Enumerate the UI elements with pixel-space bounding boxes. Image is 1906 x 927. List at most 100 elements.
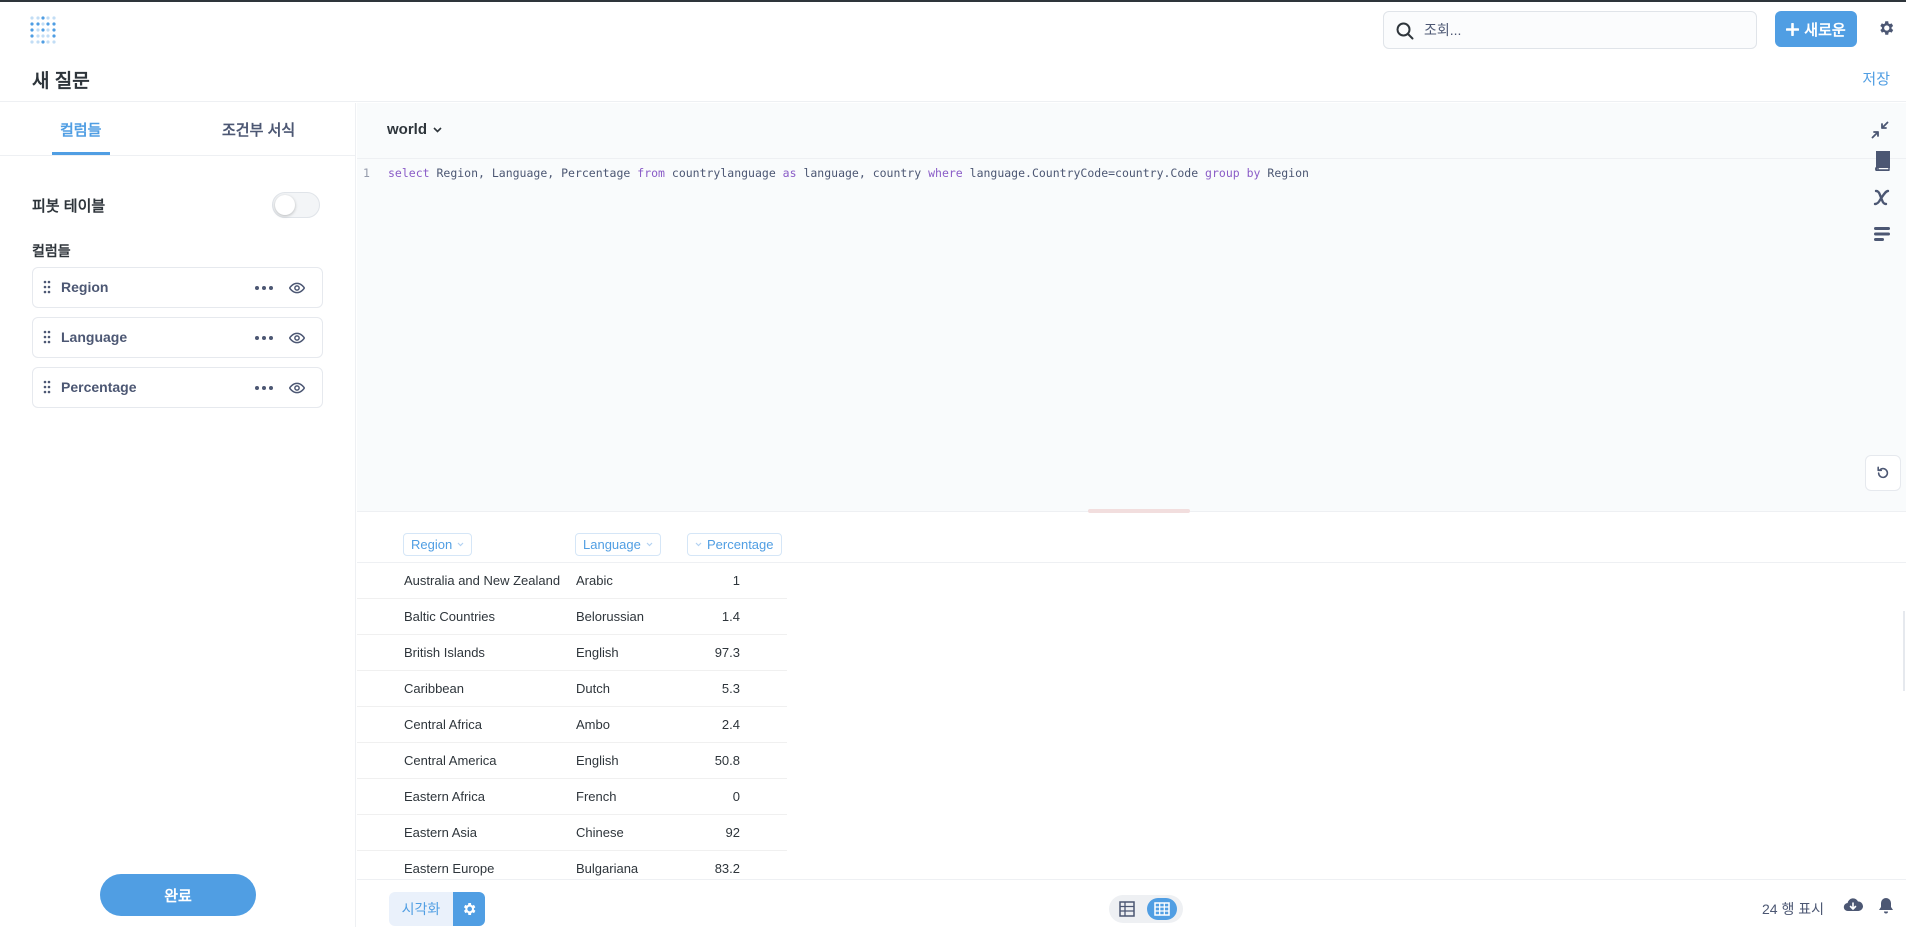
cell-percentage[interactable]: 50.8 (657, 753, 740, 768)
cell-language[interactable]: Dutch (576, 681, 610, 696)
header-label: Region (411, 537, 453, 552)
sql-keyword: as (782, 166, 797, 180)
alert-bell-icon[interactable] (1878, 897, 1894, 914)
sql-keyword: where (928, 166, 963, 180)
more-options-icon[interactable] (255, 336, 273, 340)
cell-percentage[interactable]: 1 (657, 573, 740, 588)
eye-icon[interactable] (289, 330, 305, 346)
data-reference-book-icon[interactable] (1873, 151, 1891, 171)
more-options-icon[interactable] (255, 386, 273, 390)
cell-percentage[interactable]: 1.4 (657, 609, 740, 624)
database-name: world (387, 121, 427, 138)
search-icon (1396, 22, 1414, 40)
column-header-percentage[interactable]: Percentage (687, 533, 782, 556)
cell-region[interactable]: Eastern Europe (404, 861, 494, 876)
sql-text: language.CountryCode=country.Code (962, 166, 1206, 180)
cell-language[interactable]: Bulgariana (576, 861, 638, 876)
variables-x-icon[interactable] (1873, 188, 1891, 206)
drag-handle-icon[interactable] (43, 280, 51, 294)
sql-text: Region, Language, Percentage (429, 166, 638, 180)
cell-region[interactable]: Caribbean (404, 681, 464, 696)
rerun-query-button[interactable] (1865, 455, 1901, 491)
cell-region[interactable]: Eastern Africa (404, 789, 485, 804)
tab-columns[interactable]: 컬럼들 (60, 119, 101, 140)
code-line[interactable]: 1 select Region, Language, Percentage fr… (357, 166, 1757, 184)
cell-percentage[interactable]: 0 (657, 789, 740, 804)
cell-region[interactable]: Central Africa (404, 717, 482, 732)
eye-icon[interactable] (289, 280, 305, 296)
native-query-editor: world 1 select Region, Language, Percent… (357, 103, 1906, 512)
snippets-icon[interactable] (1873, 226, 1891, 242)
cell-percentage[interactable]: 92 (657, 825, 740, 840)
horizontal-scroll-indicator[interactable] (1903, 611, 1905, 691)
line-number: 1 (363, 166, 370, 180)
visualization-settings-button[interactable] (453, 892, 485, 926)
column-item-region[interactable]: Region (32, 267, 323, 308)
metabase-logo-icon[interactable] (30, 16, 56, 44)
new-button[interactable]: 새로운 (1775, 11, 1857, 47)
gear-icon (463, 903, 476, 915)
results-footer: 시각화 24 행 표시 (357, 879, 1906, 927)
visualization-button[interactable]: 시각화 (389, 892, 453, 926)
cell-percentage[interactable]: 83.2 (657, 861, 740, 876)
pivot-table-label: 피봇 테이블 (32, 198, 106, 215)
cell-region[interactable]: Central America (404, 753, 496, 768)
download-cloud-icon[interactable] (1843, 897, 1863, 913)
database-picker[interactable]: world (387, 121, 442, 138)
cell-language[interactable]: Ambo (576, 717, 610, 732)
view-mode-toggle (1109, 895, 1183, 923)
column-header-language[interactable]: Language (575, 533, 661, 556)
sql-keyword: select (388, 166, 430, 180)
cell-language[interactable]: French (576, 789, 616, 804)
settings-gear-icon[interactable] (1877, 19, 1895, 37)
search-input[interactable] (1424, 20, 1744, 40)
table-row: British Islands English 97.3 (357, 635, 787, 671)
cell-percentage[interactable]: 97.3 (657, 645, 740, 660)
cell-language[interactable]: English (576, 645, 619, 660)
chevron-down-icon (433, 126, 442, 133)
grid-view-toggle[interactable] (1147, 898, 1177, 920)
cell-region[interactable]: Baltic Countries (404, 609, 495, 624)
eye-icon[interactable] (289, 380, 305, 396)
cell-region[interactable]: Australia and New Zealand (404, 573, 560, 588)
plus-icon (1786, 22, 1800, 36)
column-item-percentage[interactable]: Percentage (32, 367, 323, 408)
pivot-table-toggle[interactable] (272, 192, 320, 218)
drag-handle-icon[interactable] (43, 330, 51, 344)
drag-handle-icon[interactable] (43, 380, 51, 394)
done-button[interactable]: 완료 (100, 874, 256, 916)
cell-language[interactable]: English (576, 753, 619, 768)
table-row: Eastern Africa French 0 (357, 779, 787, 815)
column-item-language[interactable]: Language (32, 317, 323, 358)
cell-region[interactable]: Eastern Asia (404, 825, 477, 840)
cell-region[interactable]: British Islands (404, 645, 485, 660)
sql-text: language, country (796, 166, 929, 180)
search-box[interactable] (1383, 11, 1757, 49)
page-title[interactable]: 새 질문 (32, 66, 90, 93)
table-row: Australia and New Zealand Arabic 1 (357, 563, 787, 599)
header-label: Percentage (707, 537, 774, 552)
cell-percentage[interactable]: 2.4 (657, 717, 740, 732)
cell-language[interactable]: Belorussian (576, 609, 644, 624)
columns-section-label: 컬럼들 (32, 243, 71, 259)
chevron-down-icon (457, 542, 464, 547)
table-view-icon[interactable] (1119, 901, 1135, 917)
sql-code[interactable]: select Region, Language, Percentage from… (388, 166, 1309, 180)
cell-language[interactable]: Arabic (576, 573, 613, 588)
sql-text: Region (1260, 166, 1309, 180)
cell-percentage[interactable]: 5.3 (657, 681, 740, 696)
column-name: Percentage (61, 379, 137, 395)
tab-conditional-formatting[interactable]: 조건부 서식 (222, 119, 295, 140)
chevron-down-icon (695, 542, 702, 547)
toggle-knob (275, 195, 295, 215)
sql-keyword: from (637, 166, 665, 180)
column-name: Language (61, 329, 128, 345)
save-button[interactable]: 저장 (1862, 68, 1890, 89)
refresh-icon (1877, 466, 1889, 479)
cell-language[interactable]: Chinese (576, 825, 624, 840)
row-count-label: 24 행 표시 (1762, 901, 1824, 917)
column-header-region[interactable]: Region (403, 533, 473, 556)
collapse-editor-icon[interactable] (1871, 121, 1889, 139)
more-options-icon[interactable] (255, 286, 273, 290)
